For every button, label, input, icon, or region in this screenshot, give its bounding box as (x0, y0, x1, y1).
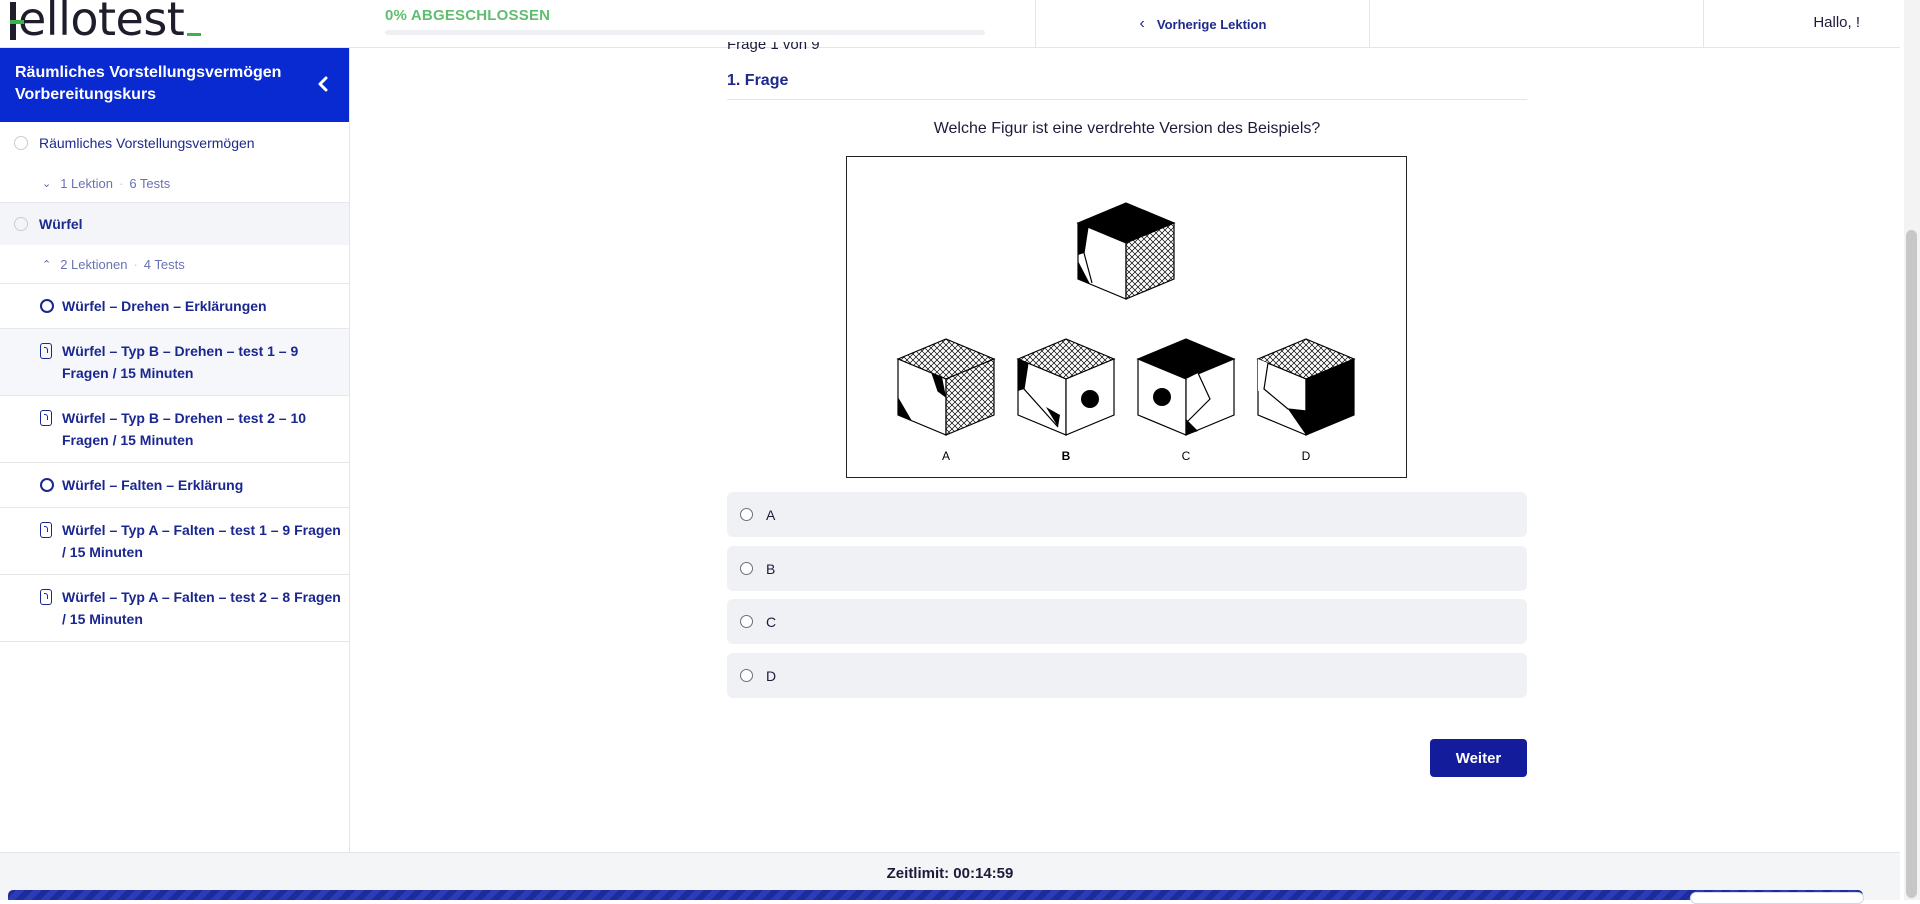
divider (727, 99, 1527, 100)
sidebar-section: Räumliches Vorstellungsvermögen ⌄ 1 Lekt… (0, 122, 349, 203)
progress-bar (385, 30, 985, 35)
quiz-icon (40, 407, 56, 429)
sidebar-lesson-item[interactable]: Würfel – Typ A – Falten – test 1 – 9 Fra… (0, 508, 349, 575)
section-toggle[interactable]: ⌄ 1 Lektion · 6 Tests (0, 164, 349, 202)
lesson-label: Würfel – Typ B – Drehen – test 1 – 9 Fra… (62, 343, 299, 381)
answer-option-a[interactable]: A (727, 492, 1527, 537)
cube-option-c (1136, 338, 1236, 436)
hellotest-logo[interactable]: ellotest (10, 0, 202, 46)
logo-text: ellotest (18, 0, 185, 46)
course-title: Räumliches Vorstellungsvermögen Vorberei… (15, 64, 282, 103)
test-count: 4 Tests (143, 256, 185, 272)
chevron-down-icon: ⌄ (42, 177, 52, 190)
section-toggle[interactable]: ⌃ 2 Lektionen · 4 Tests (0, 245, 349, 283)
figure-label-c: C (1182, 449, 1191, 463)
course-progress: 0% ABGESCHLOSSEN (385, 7, 985, 35)
lesson-count: 2 Lektionen (60, 256, 128, 272)
chevron-left-icon: ‹ (1139, 15, 1145, 32)
lesson-label: Würfel – Typ B – Drehen – test 2 – 10 Fr… (62, 410, 307, 448)
answer-option-c[interactable]: C (727, 599, 1527, 644)
radio-button[interactable] (740, 615, 753, 628)
sidebar-lesson-item[interactable]: Würfel – Falten – Erklärung (0, 463, 349, 508)
timer-progress-bar (8, 890, 1863, 900)
cube-puzzle-image: A B C D (896, 202, 1356, 463)
next-button[interactable]: Weiter (1430, 739, 1527, 777)
answer-label: D (766, 667, 777, 684)
figure-label-b: B (1062, 449, 1071, 463)
top-header: ellotest 0% ABGESCHLOSSEN ‹ Vorherige Le… (0, 0, 1900, 48)
sidebar-header: Räumliches Vorstellungsvermögen Vorberei… (0, 48, 349, 122)
answer-label: B (766, 560, 776, 577)
separator: · (118, 175, 124, 191)
time-limit: Zeitlimit: 00:14:59 (886, 865, 1014, 882)
section-status-icon (14, 217, 28, 231)
sidebar-lesson-item[interactable]: Würfel – Typ B – Drehen – test 2 – 10 Fr… (0, 396, 349, 463)
section-title-label: Räumliches Vorstellungsvermögen (39, 135, 255, 151)
sidebar-section: Würfel ⌃ 2 Lektionen · 4 Tests (0, 203, 349, 284)
lesson-label: Würfel – Falten – Erklärung (62, 477, 244, 493)
figure-label-d: D (1302, 449, 1311, 463)
separator: · (133, 256, 138, 272)
cube-option-a (896, 338, 996, 436)
scrollbar-thumb[interactable] (1906, 230, 1917, 898)
answer-option-b[interactable]: B (727, 546, 1527, 591)
radio-button[interactable] (740, 669, 753, 682)
example-cube (1076, 202, 1176, 300)
answer-option-d[interactable]: D (727, 653, 1527, 698)
quiz-icon (40, 586, 56, 608)
user-greeting[interactable]: Hallo, ! (1813, 0, 1860, 44)
quiz-icon (40, 519, 56, 541)
timer-pill (1690, 892, 1864, 904)
progress-label: 0% ABGESCHLOSSEN (385, 7, 551, 24)
lesson-label: Würfel – Typ A – Falten – test 2 – 8 Fra… (62, 589, 341, 627)
sidebar-lesson-item[interactable]: Würfel – Typ A – Falten – test 2 – 8 Fra… (0, 575, 349, 642)
header-divider (1369, 0, 1370, 48)
question-text: Welche Figur ist eine verdrehte Version … (933, 120, 1321, 137)
radio-button[interactable] (740, 562, 753, 575)
section-title[interactable]: Würfel (0, 203, 349, 245)
figure-label-a: A (942, 449, 950, 463)
previous-lesson-label: Vorherige Lektion (1156, 16, 1267, 32)
cube-option-b (1016, 338, 1116, 436)
question-title: 1. Frage (727, 72, 789, 89)
circle-icon (40, 295, 56, 317)
course-sidebar: Räumliches Vorstellungsvermögen Vorberei… (0, 48, 350, 852)
test-count: 6 Tests (129, 175, 171, 191)
lesson-count: 1 Lektion (60, 175, 113, 191)
lesson-label: Würfel – Typ A – Falten – test 1 – 9 Fra… (62, 522, 341, 560)
answer-label: A (766, 506, 776, 523)
section-status-icon (14, 136, 28, 150)
logo-underscore (187, 33, 202, 36)
sidebar-lesson-item[interactable]: Würfel – Drehen – Erklärungen (0, 284, 349, 329)
collapse-sidebar-button[interactable] (311, 72, 335, 96)
section-title-label: Würfel (39, 216, 83, 232)
quiz-icon (40, 340, 56, 362)
cube-figure: A B C D (846, 156, 1407, 478)
circle-icon (40, 474, 56, 496)
lesson-label: Würfel – Drehen – Erklärungen (62, 298, 267, 314)
previous-lesson-button[interactable]: ‹ Vorherige Lektion (1036, 0, 1370, 48)
radio-button[interactable] (740, 508, 753, 521)
chevron-left-icon (318, 76, 328, 92)
logo-mark (10, 2, 24, 40)
cube-option-d (1256, 338, 1356, 436)
answer-label: C (766, 613, 777, 630)
chevron-up-icon: ⌃ (42, 258, 52, 271)
header-divider (1703, 0, 1704, 48)
section-title[interactable]: Räumliches Vorstellungsvermögen (0, 122, 349, 164)
sidebar-lesson-item[interactable]: Würfel – Typ B – Drehen – test 1 – 9 Fra… (0, 329, 349, 396)
